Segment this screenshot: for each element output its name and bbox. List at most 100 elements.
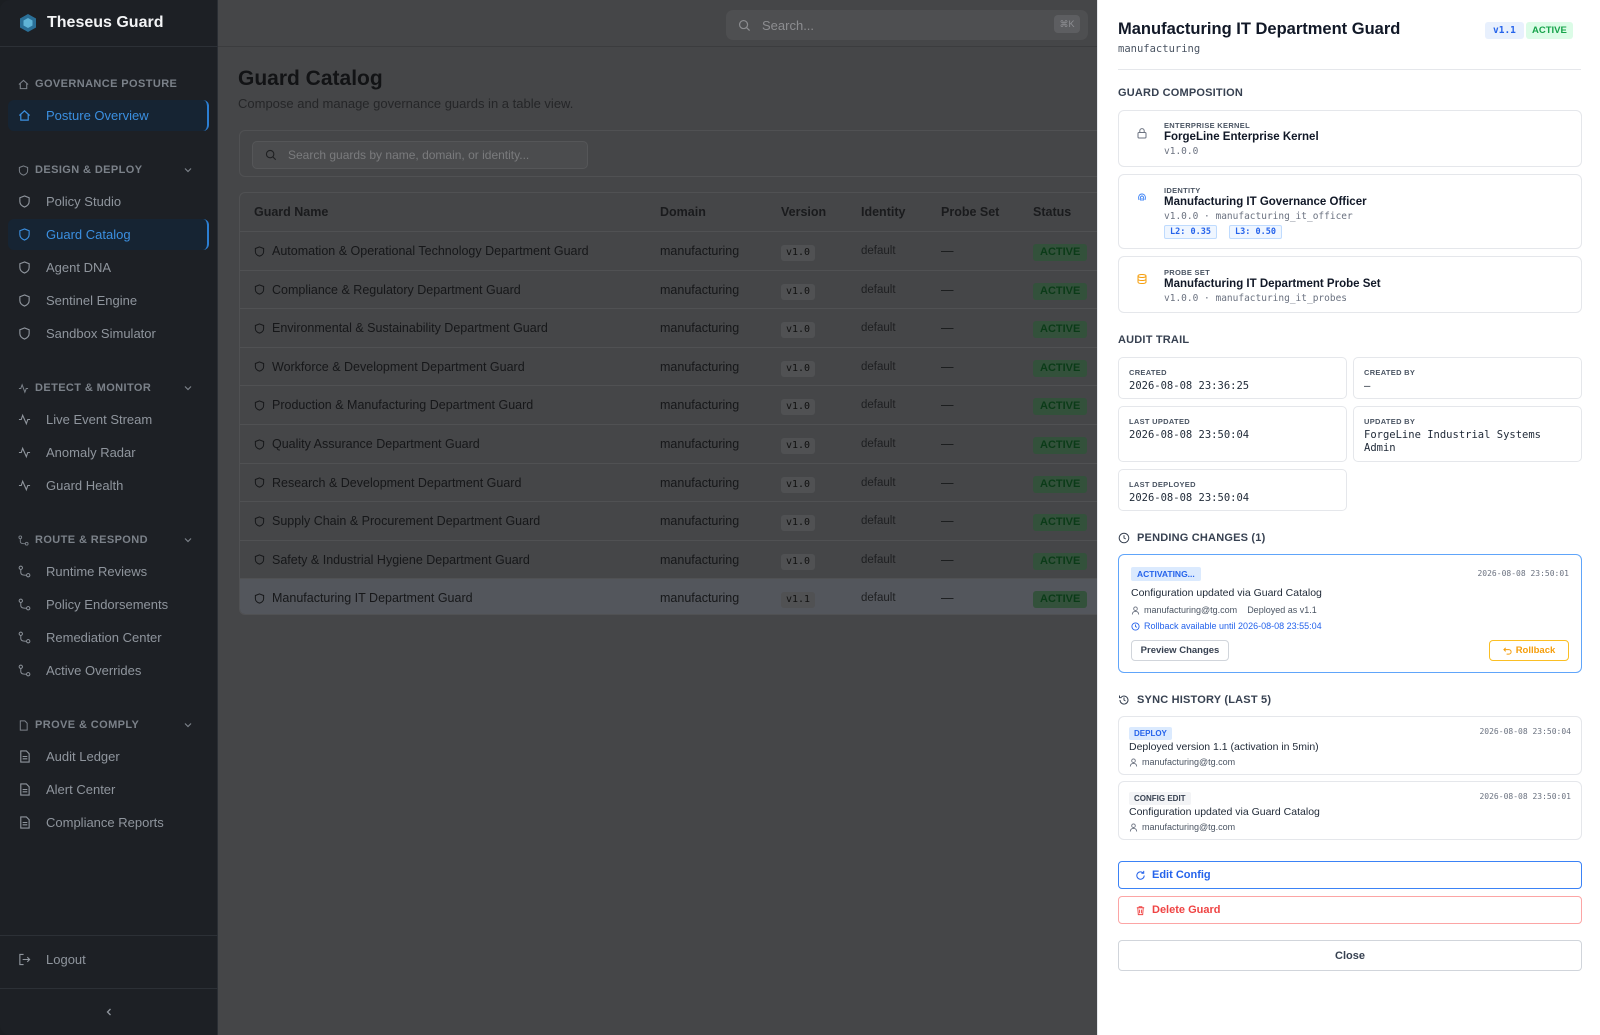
shield-icon — [254, 438, 265, 450]
sidebar-item-guard-catalog[interactable]: Guard Catalog — [8, 219, 209, 250]
global-search-input[interactable]: Search... ⌘K — [726, 10, 1088, 40]
audit-last-deployed: LAST DEPLOYED 2026-08-08 23:50:04 — [1118, 469, 1347, 511]
preview-changes-button[interactable]: Preview Changes — [1131, 640, 1229, 661]
sidebar-item-remediation-center[interactable]: Remediation Center — [8, 622, 209, 653]
column-header[interactable]: Domain — [660, 193, 706, 231]
shield-icon — [19, 228, 30, 241]
shield-icon — [254, 361, 265, 372]
close-button[interactable]: Close — [1118, 940, 1582, 971]
panel-title: Manufacturing IT Department Guard — [1118, 20, 1401, 38]
delete-guard-button[interactable]: Delete Guard — [1118, 896, 1582, 924]
section-detect-monitor[interactable]: DETECT & MONITOR — [0, 378, 217, 398]
collapse-sidebar-button[interactable] — [0, 988, 218, 1035]
document-icon — [19, 719, 28, 731]
brand[interactable]: Theseus Guard — [0, 0, 217, 47]
column-header[interactable]: Status — [1033, 193, 1071, 231]
logout-icon — [19, 953, 31, 966]
sidebar-item-runtime-reviews[interactable]: Runtime Reviews — [8, 556, 209, 587]
table-row[interactable]: Quality Assurance Department Guard manufa… — [240, 424, 1097, 462]
guard-name-cell: Supply Chain & Procurement Department Gu… — [254, 502, 540, 540]
probe-set-cell: — — [941, 514, 954, 529]
domain-cell: manufacturing — [660, 552, 740, 567]
sidebar-item-sentinel-engine[interactable]: Sentinel Engine — [8, 285, 209, 316]
rollback-button[interactable]: Rollback — [1489, 640, 1569, 661]
guard-name-cell: Research & Development Department Guard — [254, 464, 521, 502]
kernel-card[interactable]: ENTERPRISE KERNEL ForgeLine Enterprise K… — [1118, 110, 1582, 167]
column-header[interactable]: Version — [781, 193, 826, 231]
sidebar-item-sandbox-simulator[interactable]: Sandbox Simulator — [8, 318, 209, 349]
user-icon — [1129, 822, 1138, 832]
sidebar-item-active-overrides[interactable]: Active Overrides — [8, 655, 209, 686]
fingerprint-icon — [1138, 193, 1146, 201]
sidebar-item-posture-overview[interactable]: Posture Overview — [8, 100, 209, 131]
threshold-chip: L2: 0.35 — [1164, 225, 1217, 239]
domain-cell: manufacturing — [660, 475, 740, 490]
chevron-down-icon — [184, 723, 192, 728]
table-row[interactable]: Manufacturing IT Department Guard manufac… — [240, 578, 1097, 614]
guard-search-input[interactable]: Search guards by name, domain, or identi… — [252, 141, 588, 169]
probe-set-card[interactable]: PROBE SET Manufacturing IT Department Pr… — [1118, 256, 1582, 313]
version-cell: v1.0 — [781, 464, 816, 502]
probe-set-cell: — — [941, 552, 954, 567]
column-header[interactable]: Guard Name — [254, 193, 328, 231]
section-design-deploy[interactable]: DESIGN & DEPLOY — [0, 160, 217, 180]
guard-name-cell: Safety & Industrial Hygiene Department G… — [254, 541, 530, 579]
column-header[interactable]: Probe Set — [941, 193, 999, 231]
sidebar-item-alert-center[interactable]: Alert Center — [8, 774, 209, 805]
sidebar-item-policy-endorsements[interactable]: Policy Endorsements — [8, 589, 209, 620]
logout-button[interactable]: Logout — [8, 944, 210, 975]
sidebar-item-guard-health[interactable]: Guard Health — [8, 470, 209, 501]
status-badge: ACTIVE — [1033, 244, 1088, 261]
identity-cell: default — [861, 515, 896, 528]
version-cell: v1.0 — [781, 502, 816, 540]
identity-cell: default — [861, 553, 896, 566]
table-row[interactable]: Research & Development Department Guard m… — [240, 462, 1097, 502]
guard-name-cell: Compliance & Regulatory Department Guard — [254, 271, 521, 309]
table-row[interactable]: Safety & Industrial Hygiene Department G… — [240, 539, 1097, 579]
user-icon — [1129, 757, 1138, 767]
table-row[interactable]: Supply Chain & Procurement Department Gu… — [240, 501, 1097, 539]
audit-last-updated: LAST UPDATED 2026-08-08 23:50:04 — [1118, 406, 1347, 462]
sidebar-item-agent-dna[interactable]: Agent DNA — [8, 252, 209, 283]
edit-config-button[interactable]: Edit Config — [1118, 861, 1582, 889]
sidebar-item-compliance-reports[interactable]: Compliance Reports — [8, 807, 209, 838]
table-row[interactable]: Environmental & Sustainability Departmen… — [240, 308, 1097, 346]
shield-icon — [254, 516, 265, 527]
shield-icon — [254, 245, 265, 257]
table-row[interactable]: Automation & Operational Technology Depa… — [240, 231, 1097, 269]
version-cell: v1.0 — [781, 348, 816, 386]
version-cell: v1.0 — [781, 309, 816, 347]
sidebar-item-audit-ledger[interactable]: Audit Ledger — [8, 741, 209, 772]
status-cell: ACTIVE — [1033, 232, 1088, 270]
sidebar-item-live-event-stream[interactable]: Live Event Stream — [8, 404, 209, 435]
column-header[interactable]: Identity — [861, 193, 905, 231]
identity-card[interactable]: IDENTITY Manufacturing IT Governance Off… — [1118, 174, 1582, 249]
guard-name-cell: Workforce & Development Department Guard — [254, 348, 525, 386]
table-row[interactable]: Production & Manufacturing Department Gu… — [240, 385, 1097, 423]
sidebar-item-anomaly-radar[interactable]: Anomaly Radar — [8, 437, 209, 468]
theseus-logo-icon — [20, 14, 36, 32]
shield-icon — [18, 164, 29, 176]
table-row[interactable]: Workforce & Development Department Guard… — [240, 346, 1097, 386]
probe-set-cell: — — [941, 359, 954, 374]
status-cell: ACTIVE — [1033, 348, 1088, 386]
table-row[interactable]: Compliance & Regulatory Department Guard… — [240, 269, 1097, 309]
section-audit-trail: AUDIT TRAIL — [1118, 334, 1190, 346]
clock-icon — [1118, 532, 1130, 544]
shield-icon — [254, 323, 265, 334]
guard-detail-panel: Manufacturing IT Department Guard manufa… — [1097, 0, 1600, 1035]
status-cell: ACTIVE — [1033, 541, 1088, 579]
sidebar: Theseus Guard GOVERNANCE POSTURE Posture… — [0, 0, 218, 1035]
section-route-respond[interactable]: ROUTE & RESPOND — [0, 530, 217, 550]
activity-icon — [18, 413, 31, 426]
route-icon — [18, 664, 31, 677]
divider — [1118, 69, 1581, 70]
section-prove-comply[interactable]: PROVE & COMPLY — [0, 715, 217, 735]
pending-description: Configuration updated via Guard Catalog — [1131, 587, 1322, 599]
sidebar-item-policy-studio[interactable]: Policy Studio — [8, 186, 209, 217]
route-icon — [18, 631, 31, 644]
identity-cell: default — [861, 322, 896, 335]
shield-icon — [254, 284, 265, 295]
probe-set-cell: — — [941, 475, 954, 490]
shield-icon — [254, 477, 265, 488]
